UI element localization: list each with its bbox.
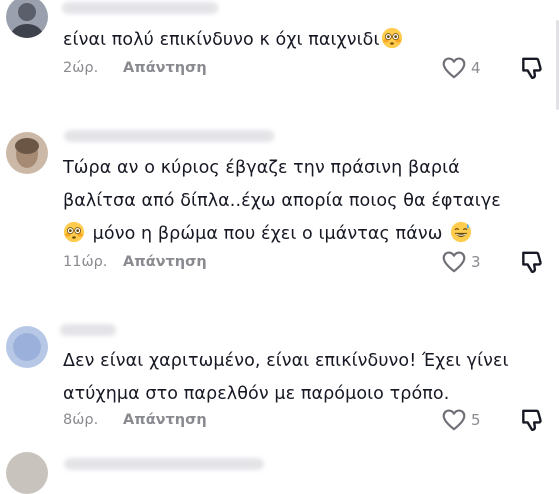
comment-time: 2ώρ. (63, 60, 99, 76)
like-count: 5 (471, 411, 481, 429)
reply-button[interactable]: Απάντηση (123, 57, 207, 79)
thumbs-down-icon[interactable] (519, 248, 545, 276)
comment-line: βαλίτσα από δίπλα..έχω απορία ποιος θα έ… (63, 191, 501, 211)
avatar[interactable] (6, 452, 48, 494)
thumbs-down-icon[interactable] (519, 54, 545, 82)
flushed-face-icon (63, 221, 85, 243)
avatar[interactable] (6, 0, 48, 38)
comment-line: ατύχημα στο παρελθόν με παρόμοιο τρόπο. (63, 384, 450, 404)
flushed-face-icon (381, 27, 403, 49)
like-count: 4 (471, 59, 481, 77)
username[interactable] (62, 2, 218, 14)
comment-time: 8ώρ. (63, 412, 99, 428)
comment-text: Δεν είναι χαριτωμένο, είναι επικίνδυνο! … (63, 345, 548, 411)
username[interactable] (60, 324, 116, 336)
reply-button[interactable]: Απάντηση (123, 409, 207, 431)
heart-icon[interactable] (441, 249, 467, 275)
comment-line: Δεν είναι χαριτωμένο, είναι επικίνδυνο! … (63, 351, 509, 371)
comment-line: μόνο η βρώμα που έχει ο ιμάντας πάνω (63, 218, 548, 251)
comment-text: είναι πολύ επικίνδυνο κ όχι παιχνιδι (63, 24, 548, 57)
thumbs-down-icon[interactable] (519, 406, 545, 434)
username[interactable] (64, 458, 264, 470)
grinning-sweat-icon (450, 221, 472, 243)
username[interactable] (64, 130, 274, 142)
heart-icon[interactable] (441, 55, 467, 81)
comment-meta: 2ώρ. Απάντηση 4 (63, 57, 553, 79)
heart-icon[interactable] (441, 407, 467, 433)
comment-meta: 8ώρ. Απάντηση 5 (63, 409, 553, 431)
avatar[interactable] (6, 132, 48, 174)
comment-line: Τώρα αν ο κύριος έβγαζε την πράσινη βαρι… (63, 158, 460, 178)
comment-time: 11ώρ. (63, 254, 108, 270)
comment-text: Τώρα αν ο κύριος έβγαζε την πράσινη βαρι… (63, 152, 548, 251)
avatar[interactable] (6, 326, 48, 368)
reply-button[interactable]: Απάντηση (123, 251, 207, 273)
comment-meta: 11ώρ. Απάντηση 3 (63, 251, 553, 273)
like-count: 3 (471, 253, 481, 271)
